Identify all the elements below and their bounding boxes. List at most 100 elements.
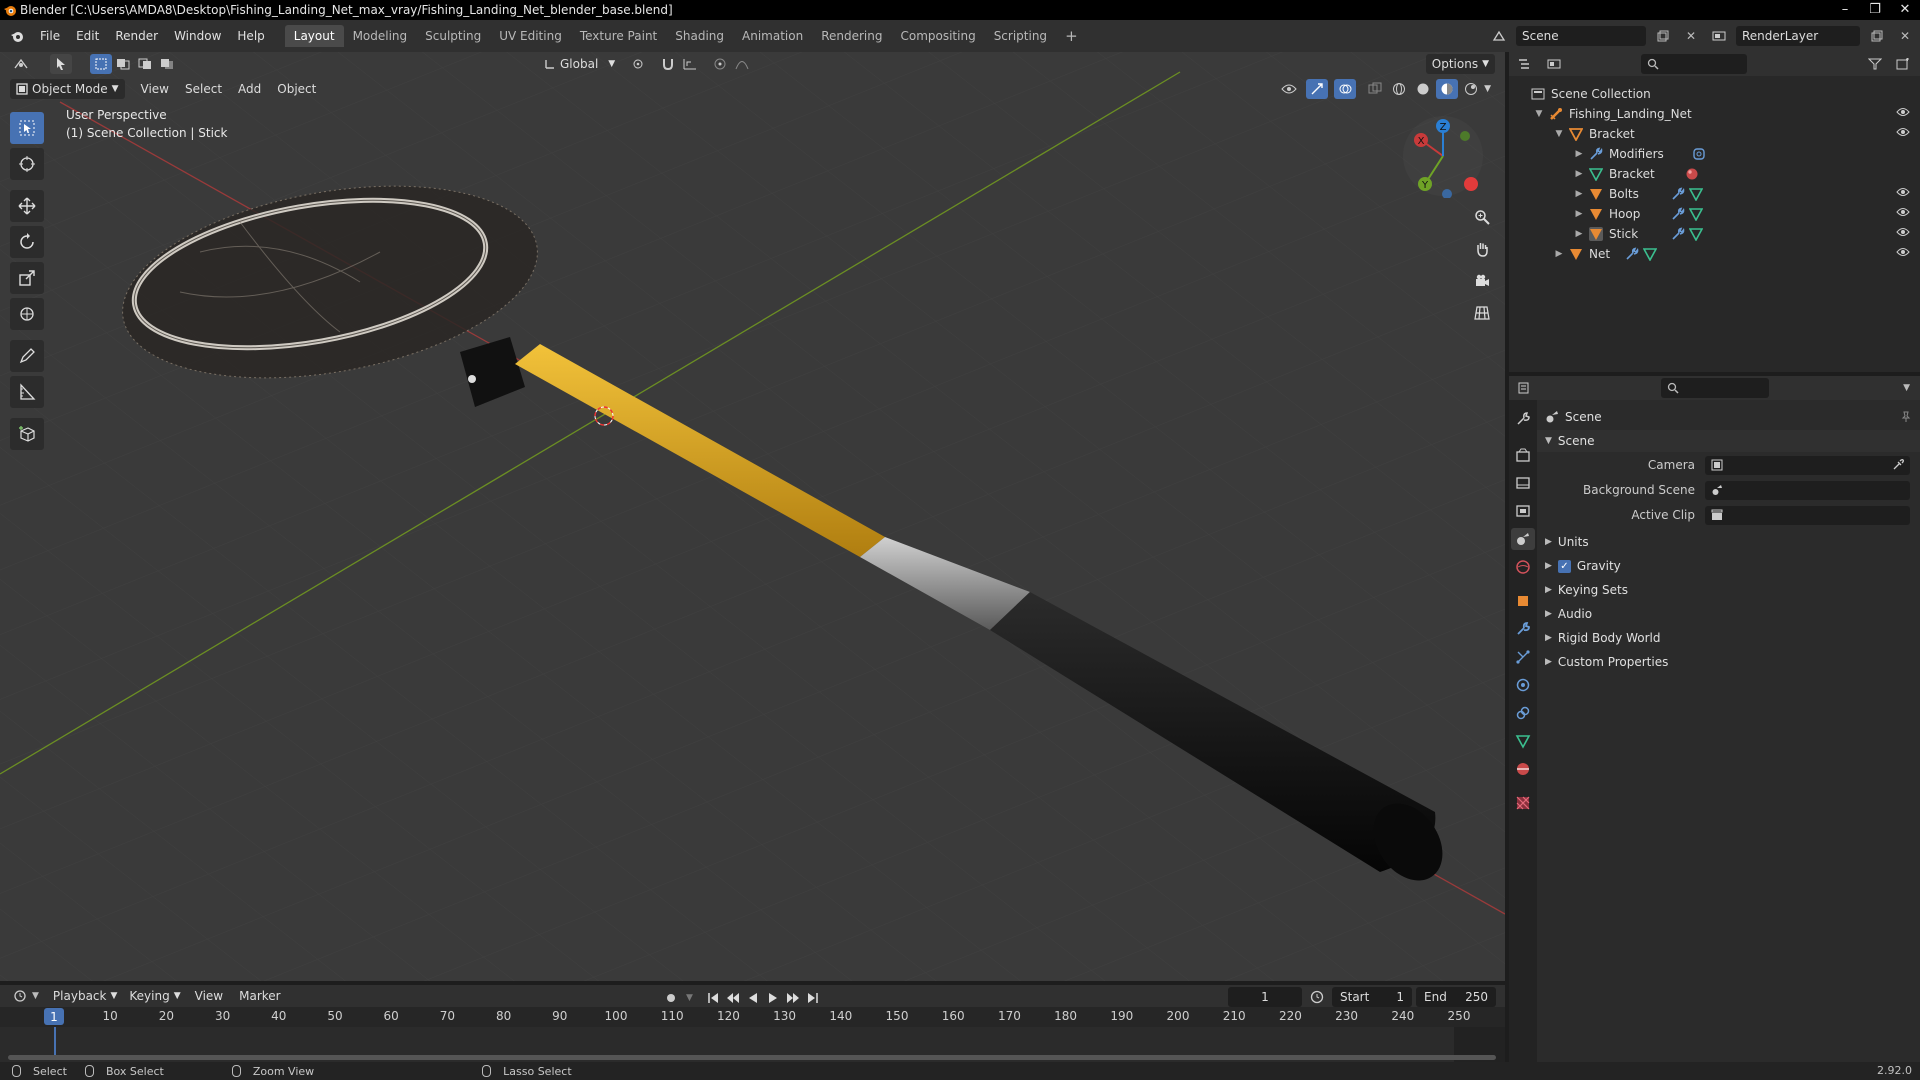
transform-orientation-dropdown[interactable]: Global ▼ <box>538 54 621 74</box>
outliner-editor-type-icon[interactable] <box>1515 54 1537 74</box>
expand-arrow-icon[interactable]: ▶ <box>1553 249 1565 259</box>
xray-toggle-icon[interactable] <box>1364 79 1386 99</box>
render-tab-icon[interactable] <box>1511 444 1535 466</box>
audio-panel-header[interactable]: ▶ Audio <box>1537 603 1920 625</box>
object-data-tab-icon[interactable] <box>1511 730 1535 752</box>
scale-tool[interactable] <box>10 262 44 294</box>
scene-name-field[interactable]: Scene <box>1516 26 1646 46</box>
output-tab-icon[interactable] <box>1511 472 1535 494</box>
camera-view-icon[interactable] <box>1469 268 1495 294</box>
expand-arrow-icon[interactable]: ▶ <box>1545 537 1552 547</box>
viewport-menu-view[interactable]: View <box>133 79 177 99</box>
object-tab-icon[interactable] <box>1511 590 1535 612</box>
tab-sculpting[interactable]: Sculpting <box>416 25 490 47</box>
move-tool[interactable] <box>10 190 44 222</box>
menu-help[interactable]: Help <box>229 29 272 43</box>
select-mode-extend-icon[interactable] <box>112 54 134 74</box>
menu-window[interactable]: Window <box>166 29 229 43</box>
chevron-down-icon[interactable]: ▼ <box>1484 84 1491 94</box>
modifier-tab-icon[interactable] <box>1511 618 1535 640</box>
minimize-button[interactable]: – <box>1830 0 1860 20</box>
chevron-down-icon[interactable]: ▼ <box>686 993 693 1003</box>
world-tab-icon[interactable] <box>1511 556 1535 578</box>
play-icon[interactable] <box>765 988 781 1008</box>
properties-editor-type-icon[interactable] <box>1515 378 1537 398</box>
select-mode-subtract-icon[interactable] <box>134 54 156 74</box>
view-layer-tab-icon[interactable] <box>1511 500 1535 522</box>
tool-tab-icon[interactable] <box>1511 408 1535 430</box>
viewport-menu-add[interactable]: Add <box>230 79 269 99</box>
expand-arrow-icon[interactable]: ▶ <box>1573 209 1585 219</box>
visibility-eye-icon[interactable] <box>1896 247 1910 257</box>
new-layer-icon[interactable] <box>1866 26 1888 46</box>
timeline-track-area[interactable] <box>0 1027 1505 1062</box>
expand-arrow-icon[interactable]: ▶ <box>1573 229 1585 239</box>
keying-dropdown[interactable]: Keying ▼ <box>123 986 186 1006</box>
expand-arrow-icon[interactable]: ▼ <box>1545 436 1552 446</box>
add-workspace-button[interactable]: + <box>1056 23 1087 49</box>
maximize-button[interactable]: ❐ <box>1860 0 1890 20</box>
tab-scripting[interactable]: Scripting <box>985 25 1056 47</box>
playback-dropdown[interactable]: Playback ▼ <box>47 986 123 1006</box>
jump-keyframe-forward-icon[interactable] <box>785 988 801 1008</box>
gravity-panel-header[interactable]: ▶ ✓ Gravity <box>1537 555 1920 577</box>
expand-arrow-icon[interactable]: ▶ <box>1573 189 1585 199</box>
expand-arrow-icon[interactable]: ▶ <box>1573 149 1585 159</box>
expand-arrow-icon[interactable]: ▶ <box>1545 657 1552 667</box>
close-button[interactable]: ✕ <box>1890 0 1920 20</box>
visibility-eye-icon[interactable] <box>1896 187 1910 197</box>
physics-tab-icon[interactable] <box>1511 674 1535 696</box>
viewport-menu-object[interactable]: Object <box>269 79 324 99</box>
units-panel-header[interactable]: ▶ Units <box>1537 531 1920 553</box>
texture-tab-icon[interactable] <box>1511 792 1535 814</box>
background-scene-field[interactable] <box>1705 480 1910 500</box>
keying-sets-panel-header[interactable]: ▶ Keying Sets <box>1537 579 1920 601</box>
playhead-frame-badge[interactable]: 1 <box>44 1008 64 1025</box>
ortho-grid-icon[interactable] <box>1469 300 1495 326</box>
outliner-item-modifiers[interactable]: ▶ Modifiers <box>1509 144 1920 164</box>
falloff-icon[interactable] <box>731 54 753 74</box>
tab-modeling[interactable]: Modeling <box>344 25 417 47</box>
end-frame-field[interactable]: End 250 <box>1416 987 1496 1007</box>
rotate-tool[interactable] <box>10 226 44 258</box>
scene-panel-header[interactable]: ▼ Scene <box>1537 430 1920 452</box>
expand-arrow-icon[interactable]: ▼ <box>1533 109 1545 119</box>
gizmo-toggle-icon[interactable] <box>1306 79 1329 99</box>
tab-animation[interactable]: Animation <box>733 25 812 47</box>
timeline-menu-marker[interactable]: Marker <box>231 986 288 1006</box>
viewport-scene[interactable] <box>0 52 1505 981</box>
visibility-eye-icon[interactable] <box>1896 227 1910 237</box>
scene-tab-icon[interactable] <box>1511 528 1535 550</box>
menu-render[interactable]: Render <box>107 29 166 43</box>
transform-tool[interactable] <box>10 298 44 330</box>
constraints-tab-icon[interactable] <box>1511 702 1535 724</box>
render-layer-field[interactable]: RenderLayer <box>1736 26 1860 46</box>
snap-icon[interactable] <box>657 54 679 74</box>
auto-keying-icon[interactable] <box>660 988 682 1008</box>
gravity-checkbox[interactable]: ✓ <box>1557 559 1571 573</box>
particles-tab-icon[interactable] <box>1511 646 1535 668</box>
tab-compositing[interactable]: Compositing <box>891 25 984 47</box>
tab-rendering[interactable]: Rendering <box>812 25 891 47</box>
measure-tool[interactable] <box>10 376 44 408</box>
select-box-tool[interactable] <box>10 112 44 144</box>
zoom-icon[interactable] <box>1469 204 1495 230</box>
menu-edit[interactable]: Edit <box>68 29 107 43</box>
expand-arrow-icon[interactable]: ▶ <box>1545 609 1552 619</box>
delete-layer-icon[interactable]: ✕ <box>1894 26 1916 46</box>
expand-arrow-icon[interactable]: ▶ <box>1545 633 1552 643</box>
menu-file[interactable]: File <box>32 29 68 43</box>
editor-type-icon[interactable] <box>10 54 32 74</box>
rigid-body-world-panel-header[interactable]: ▶ Rigid Body World <box>1537 627 1920 649</box>
expand-arrow-icon[interactable]: ▼ <box>1553 129 1565 139</box>
material-shading-icon[interactable] <box>1436 79 1459 99</box>
outliner-item-bracket[interactable]: ▼ Bracket <box>1509 124 1920 144</box>
camera-field[interactable] <box>1705 455 1910 475</box>
tab-uv-editing[interactable]: UV Editing <box>490 25 571 47</box>
new-scene-icon[interactable] <box>1652 26 1674 46</box>
object-mode-dropdown[interactable]: Object Mode ▼ <box>10 79 125 99</box>
pan-hand-icon[interactable] <box>1469 236 1495 262</box>
pivot-point-icon[interactable] <box>627 54 649 74</box>
proportional-edit-icon[interactable] <box>709 54 731 74</box>
visibility-eye-icon[interactable] <box>1896 207 1910 217</box>
